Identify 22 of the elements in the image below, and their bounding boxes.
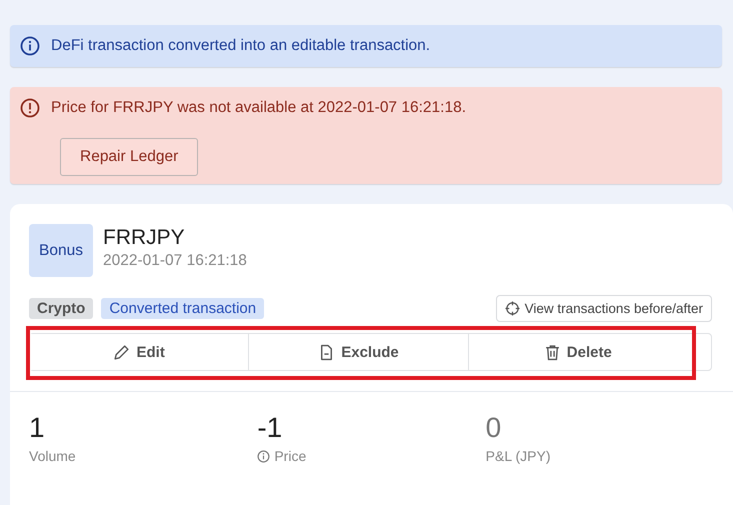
edit-button[interactable]: Edit: [30, 334, 250, 370]
tag: Converted transaction: [101, 298, 264, 319]
transaction-title: FRRJPY: [103, 226, 186, 250]
timestamp: 2022-01-07 16:21:18: [103, 252, 247, 270]
repair-ledger-button[interactable]: Repair Ledger: [60, 138, 198, 176]
stat-label: Price: [274, 448, 306, 464]
warning-icon: [20, 98, 40, 118]
alert-message: DeFi transaction converted into an editable transaction.: [51, 37, 430, 55]
crosshair-icon: [504, 301, 520, 316]
trash-icon: [544, 344, 561, 360]
pencil-icon: [113, 344, 130, 360]
info-icon: [257, 450, 270, 462]
tag: Crypto: [29, 298, 94, 319]
stat-value: -1: [257, 412, 284, 444]
stat-label: Volume: [29, 448, 76, 464]
stat-label: P&L (JPY): [486, 448, 550, 464]
stat-value: 1: [29, 412, 46, 444]
type-badge: Bonus: [29, 224, 93, 277]
view-transactions-button[interactable]: View transactions before/after: [496, 295, 712, 322]
info-icon: [20, 36, 40, 56]
stat-value: 0: [486, 412, 502, 444]
alert-message: Price for FRRJPY was not available at 2022-01-07 16:21:18.: [51, 99, 466, 117]
